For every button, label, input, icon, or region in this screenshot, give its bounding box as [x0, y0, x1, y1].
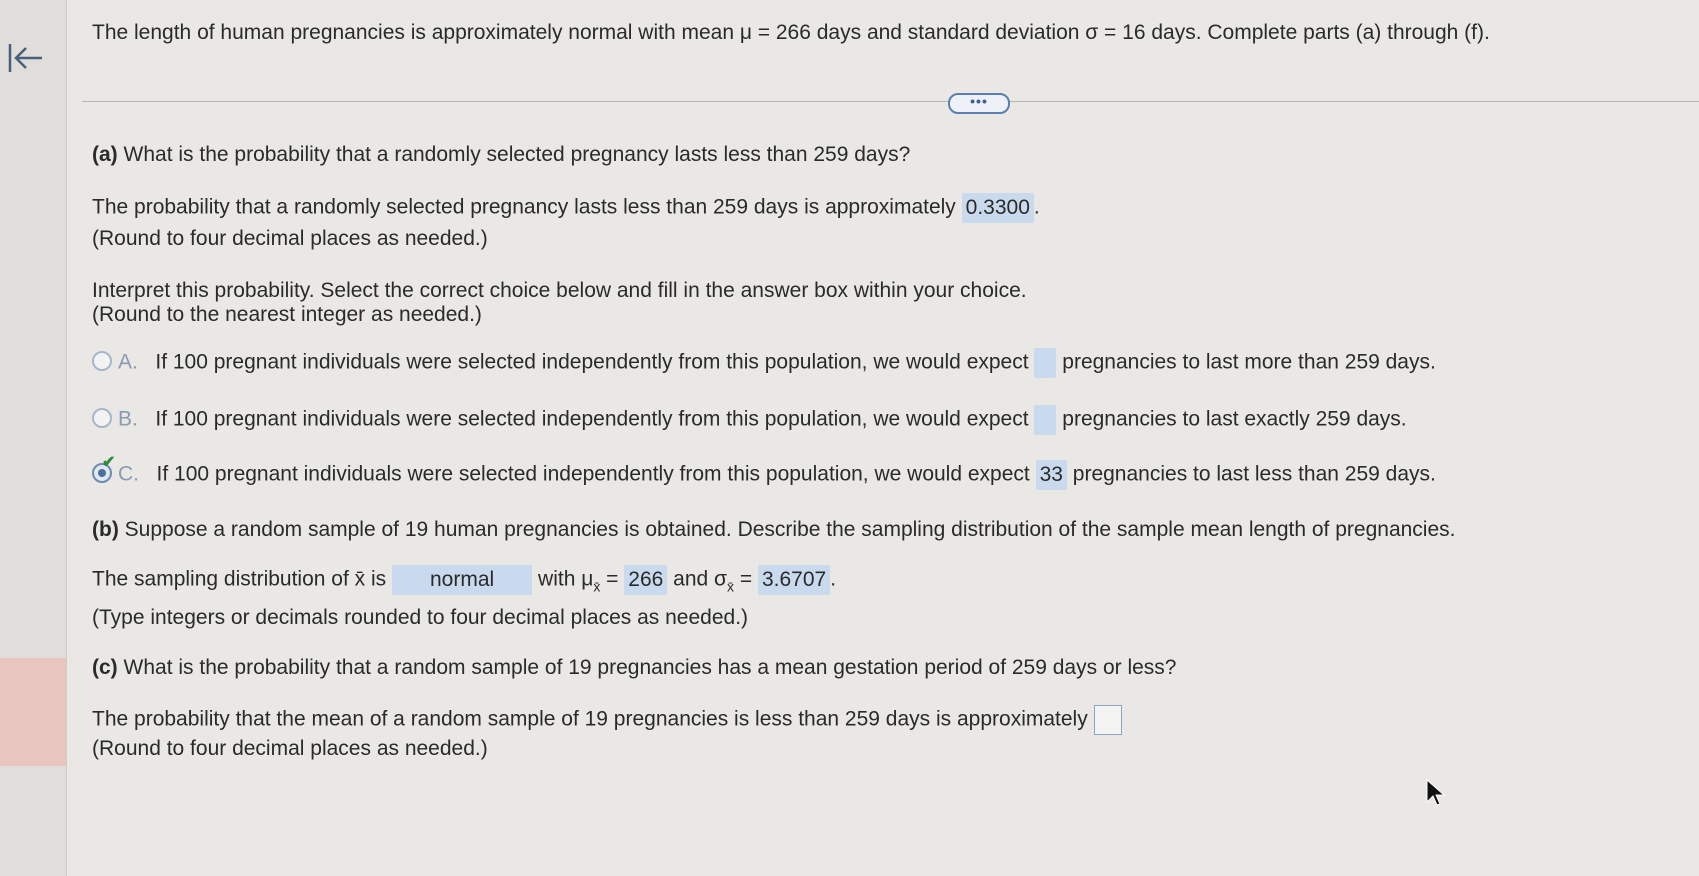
choice-b-letter: B. [118, 407, 138, 431]
part-c-question: (c) What is the probability that a rando… [92, 655, 1176, 681]
mu-answer-box[interactable]: 266 [624, 565, 668, 595]
collapse-left-icon[interactable] [6, 38, 46, 78]
choice-a-radio[interactable] [92, 351, 112, 371]
choice-c-answer-box[interactable]: 33 [1035, 460, 1067, 490]
part-c-answer-input[interactable] [1093, 705, 1122, 735]
choice-b-radio[interactable] [92, 408, 112, 428]
interpret-instruction: Interpret this probability. Select the c… [92, 279, 1027, 302]
choice-a-prefix: If 100 pregnant individuals were selecte… [155, 350, 1029, 374]
choice-b[interactable]: B. If 100 pregnant individuals were sele… [118, 405, 1407, 435]
choice-c-prefix: If 100 pregnant individuals were selecte… [156, 462, 1030, 486]
part-a-round-note: (Round to four decimal places as needed.… [92, 227, 488, 250]
part-b-prefix: The sampling distribution of x̄ is [92, 567, 387, 591]
choice-a-suffix: pregnancies to last more than 259 days. [1062, 350, 1436, 374]
left-sidebar-strip [0, 0, 67, 876]
correct-check-icon: ✔ [102, 454, 116, 471]
part-a-label: (a) [92, 143, 118, 166]
choice-c[interactable]: C. If 100 pregnant individuals were sele… [118, 460, 1436, 490]
interpret-round-note: (Round to the nearest integer as needed.… [92, 303, 482, 326]
choice-c-letter: C. [118, 462, 139, 486]
part-a-answer-line: The probability that a randomly selected… [92, 193, 1040, 223]
section-divider [82, 101, 1699, 102]
part-c-answer-prefix: The probability that the mean of a rando… [92, 707, 1088, 731]
part-a-question-text: What is the probability that a randomly … [123, 143, 911, 166]
sigma-subscript: x̄ [727, 578, 734, 595]
choice-a-answer-box[interactable] [1034, 348, 1057, 378]
mouse-pointer-icon [1426, 778, 1446, 806]
part-a-answer-prefix: The probability that a randomly selected… [92, 195, 956, 219]
part-c-label: (c) [92, 656, 118, 679]
part-b-type-note: (Type integers or decimals rounded to fo… [92, 606, 749, 629]
part-c-answer-line: The probability that the mean of a rando… [92, 705, 1122, 735]
part-b-and-text: and σ [673, 567, 727, 591]
part-c-question-text: What is the probability that a random sa… [123, 656, 1177, 679]
choice-b-answer-box[interactable] [1034, 405, 1057, 435]
part-b-answer-line: The sampling distribution of x̄ is norma… [92, 565, 836, 600]
question-content: The length of human pregnancies is appro… [82, 0, 1699, 876]
part-b-question: (b) Suppose a random sample of 19 human … [92, 517, 1455, 543]
problem-statement: The length of human pregnancies is appro… [92, 21, 1490, 44]
choice-b-suffix: pregnancies to last exactly 259 days. [1062, 407, 1407, 431]
part-a-answer-box[interactable]: 0.3300 [961, 193, 1034, 223]
part-a-answer-suffix: . [1033, 195, 1040, 219]
part-b-question-text: Suppose a random sample of 19 human preg… [124, 518, 1456, 541]
expand-more-button[interactable]: ••• [948, 93, 1010, 114]
choice-a[interactable]: A. If 100 pregnant individuals were sele… [118, 348, 1436, 378]
sigma-equals: = [739, 567, 753, 591]
part-b-end: . [830, 567, 837, 591]
sigma-answer-box[interactable]: 3.6707 [757, 565, 831, 595]
sidebar-accent-block [0, 658, 66, 766]
choice-c-suffix: pregnancies to last less than 259 days. [1072, 462, 1436, 486]
choice-b-prefix: If 100 pregnant individuals were selecte… [155, 407, 1029, 431]
mu-equals: = [606, 567, 619, 591]
part-b-with-text: with μ [538, 567, 594, 591]
part-c-round-note: (Round to four decimal places as needed.… [92, 737, 488, 760]
part-a-question: (a) What is the probability that a rando… [92, 142, 910, 168]
choice-a-letter: A. [118, 350, 138, 374]
distribution-answer-box[interactable]: normal [391, 565, 533, 595]
part-b-label: (b) [92, 518, 119, 541]
mu-subscript: x̄ [593, 578, 601, 595]
